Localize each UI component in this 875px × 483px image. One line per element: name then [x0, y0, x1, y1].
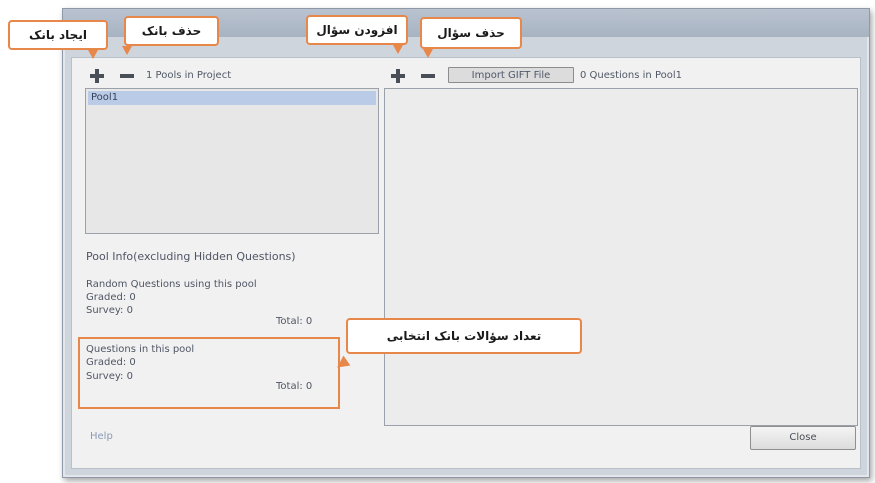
callout-create-bank: ایجاد بانک: [8, 20, 108, 50]
pools-count-label: 1 Pools in Project: [146, 70, 232, 81]
add-question-plus-icon[interactable]: [390, 68, 406, 84]
callout-delete-question-pointer: [423, 49, 433, 58]
pool-list-item[interactable]: Pool1: [88, 91, 376, 105]
remove-question-minus-icon[interactable]: [420, 68, 436, 84]
random-survey-value: Survey: 0: [86, 305, 133, 316]
random-graded-value: Graded: 0: [86, 292, 136, 303]
import-gift-file-button[interactable]: Import GIFT File: [448, 67, 574, 83]
in-pool-survey-value: Survey: 0: [86, 371, 133, 382]
in-pool-total-value: Total: 0: [276, 381, 313, 392]
callout-delete-bank-pointer: [122, 46, 132, 55]
pool-info-heading: Pool Info(excluding Hidden Questions): [86, 250, 296, 263]
callout-bank-questions-count: تعداد سؤالات بانک انتخابی: [346, 318, 582, 354]
random-total-value: Total: 0: [276, 316, 313, 327]
random-questions-heading: Random Questions using this pool: [86, 279, 257, 290]
remove-pool-minus-icon[interactable]: [119, 68, 135, 84]
questions-count-label: 0 Questions in Pool1: [580, 70, 683, 81]
close-button[interactable]: Close: [750, 426, 856, 450]
help-link[interactable]: Help: [90, 431, 113, 442]
callout-create-bank-pointer: [88, 50, 98, 59]
in-pool-graded-value: Graded: 0: [86, 357, 136, 368]
callout-delete-question: حذف سؤال: [420, 17, 522, 49]
pool-list[interactable]: Pool1: [85, 88, 379, 234]
question-list[interactable]: [384, 88, 858, 426]
callout-add-question: افزودن سؤال: [306, 15, 408, 45]
callout-delete-bank: حذف بانک: [124, 16, 219, 46]
questions-in-pool-heading: Questions in this pool: [86, 344, 195, 355]
add-pool-plus-icon[interactable]: [89, 68, 105, 84]
callout-add-question-pointer: [393, 45, 403, 54]
